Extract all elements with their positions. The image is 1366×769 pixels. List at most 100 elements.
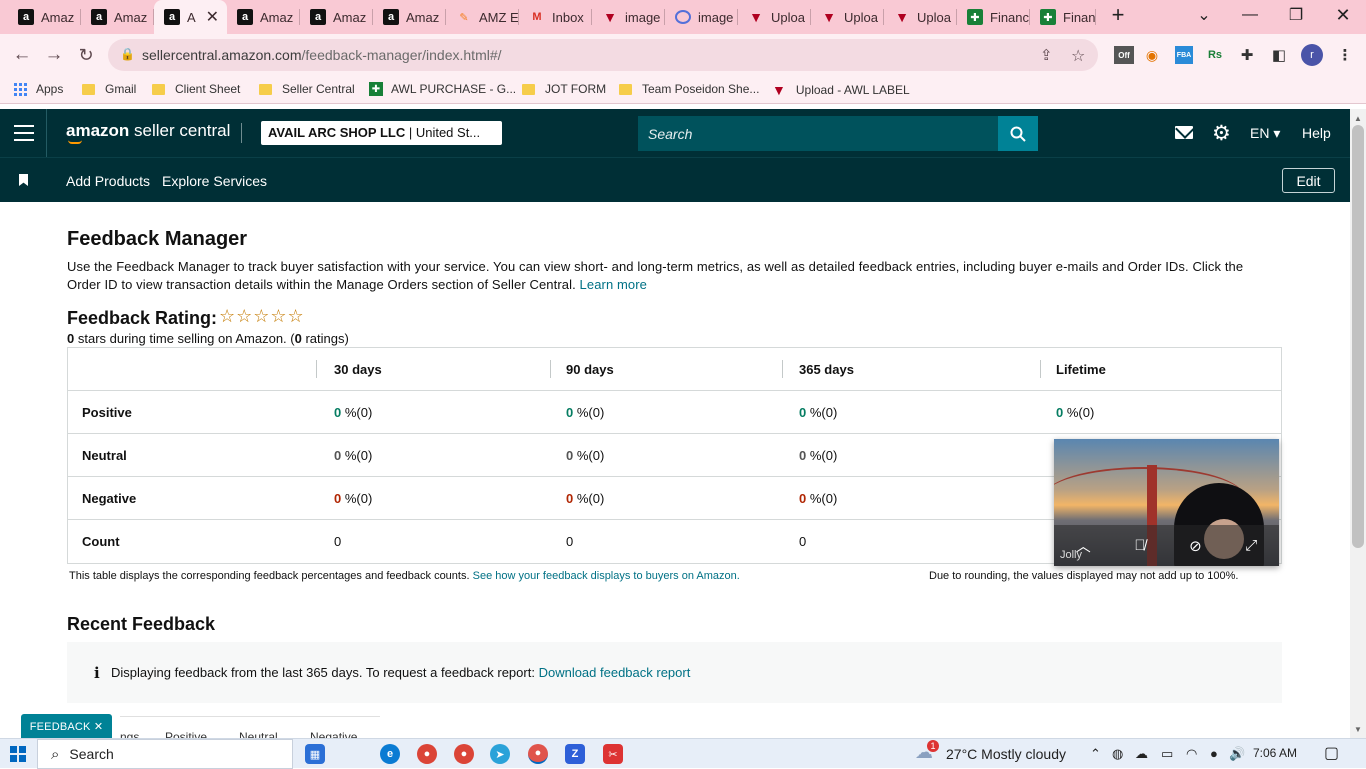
edge-icon[interactable]: e xyxy=(380,744,400,764)
amazon-icon: a xyxy=(91,9,107,25)
bookmark-item[interactable]: Team Poseidon She... xyxy=(619,82,759,96)
video-controls: ︿ 🎙̸ ⊘ ⤢ xyxy=(1054,525,1279,566)
zoom-icon[interactable]: Z xyxy=(565,744,585,764)
feedback-display-link[interactable]: See how your feedback displays to buyers… xyxy=(473,570,740,582)
wifi-icon[interactable]: ◠ xyxy=(1186,746,1197,762)
volume-icon[interactable]: 🔊 xyxy=(1229,746,1245,762)
browser-tab[interactable]: ▼ Uploa xyxy=(884,0,957,34)
browser-tab[interactable]: a Amaz xyxy=(300,0,373,34)
explore-services-link[interactable]: Explore Services xyxy=(162,173,267,189)
mic-icon[interactable]: ● xyxy=(1210,746,1218,761)
hamburger-menu-icon[interactable] xyxy=(14,123,34,143)
bookmark-item[interactable]: Apps xyxy=(14,82,63,96)
browser-tab[interactable]: ✚ Financ xyxy=(1030,0,1096,34)
extension-fba-icon[interactable]: FBA xyxy=(1175,46,1193,64)
windows-start-icon[interactable] xyxy=(10,746,26,762)
download-report-link[interactable]: Download feedback report xyxy=(539,665,691,680)
language-selector[interactable]: EN ▾ xyxy=(1250,125,1280,142)
mic-muted-icon[interactable]: 🎙̸ xyxy=(1134,537,1145,554)
share-icon[interactable]: ⇪ xyxy=(1040,46,1053,64)
bookmark-label: Seller Central xyxy=(282,82,355,96)
scroll-up-icon[interactable]: ▲ xyxy=(1350,111,1366,125)
notifications-icon[interactable]: ▢ xyxy=(1324,743,1339,763)
browser-tab[interactable]: image xyxy=(665,0,738,34)
amz-icon: ✎ xyxy=(459,11,469,24)
extension-circle-icon[interactable]: ◉ xyxy=(1143,46,1161,64)
add-products-link[interactable]: Add Products xyxy=(66,173,150,189)
bookmark-item[interactable]: ✚ AWL PURCHASE - G... xyxy=(369,82,516,96)
gear-icon[interactable]: ⚙ xyxy=(1212,121,1231,146)
tab-positive[interactable]: Positive xyxy=(165,730,207,738)
table-header-row: 30 days 90 days 365 days Lifetime xyxy=(68,348,1281,391)
forward-icon[interactable]: → xyxy=(41,42,67,68)
edit-button[interactable]: Edit xyxy=(1282,168,1335,193)
mail-icon[interactable] xyxy=(1175,126,1193,139)
browser-tab[interactable]: a A ✕ xyxy=(154,0,227,34)
popout-icon[interactable]: ⤢ xyxy=(1245,537,1257,554)
telegram-icon[interactable]: ➤ xyxy=(490,744,510,764)
task-view-icon[interactable]: ▦ xyxy=(305,744,325,764)
browser-menu-icon[interactable]: ⋮ xyxy=(1336,46,1354,64)
browser-tab[interactable]: a Amaz xyxy=(227,0,300,34)
browser-tab[interactable]: ▼ Uploa xyxy=(738,0,811,34)
browser-tab[interactable]: a Amaz xyxy=(8,0,81,34)
table-cell: 0 %(0) xyxy=(334,491,373,506)
browser-tab[interactable]: ▼ Uploa xyxy=(811,0,884,34)
bookmark-item[interactable]: ▼ Upload - AWL LABEL xyxy=(772,82,910,98)
bookmark-item[interactable]: Seller Central xyxy=(259,82,355,96)
chrome-icon[interactable]: ● xyxy=(417,744,437,764)
browser-tab[interactable]: ▼ image xyxy=(592,0,665,34)
bookmark-item[interactable]: JOT FORM xyxy=(522,82,606,96)
search-input[interactable] xyxy=(638,116,998,151)
bookmark-icon[interactable] xyxy=(19,174,28,186)
clock[interactable]: 7:06 AM xyxy=(1253,746,1297,760)
scroll-thumb[interactable] xyxy=(1352,125,1364,548)
bookmark-item[interactable]: Client Sheet xyxy=(152,82,240,96)
battery-icon[interactable]: ▭ xyxy=(1161,746,1173,762)
tab-negative[interactable]: Negative xyxy=(310,730,357,738)
minimize-icon[interactable]: — xyxy=(1227,0,1273,30)
onedrive-icon[interactable]: ☁ xyxy=(1135,746,1148,762)
browser-tab[interactable]: ✎ AMZ E xyxy=(446,0,519,34)
video-call-preview[interactable]: ︿ 🎙̸ ⊘ ⤢ Jolly xyxy=(1054,439,1279,566)
chrome-active-icon[interactable]: ● xyxy=(528,744,548,764)
chrome-profile-icon[interactable]: ● xyxy=(454,744,474,764)
extensions-puzzle-icon[interactable]: ✚ xyxy=(1238,46,1256,64)
back-icon[interactable]: ← xyxy=(9,42,35,68)
bookmark-label: Client Sheet xyxy=(175,82,241,96)
search-button[interactable] xyxy=(998,116,1038,151)
upload-icon: ▼ xyxy=(822,9,836,25)
camera-off-icon[interactable]: ⊘ xyxy=(1189,537,1202,555)
account-switcher[interactable]: AVAIL ARC SHOP LLC | United St... xyxy=(261,121,502,145)
upload-icon: ▼ xyxy=(749,9,763,25)
address-bar[interactable]: 🔒 sellercentral.amazon.com/feedback-mana… xyxy=(108,39,1098,71)
taskbar-search[interactable]: ⌕ Search xyxy=(37,739,293,769)
close-window-icon[interactable]: ✕ xyxy=(1320,0,1366,30)
browser-tab[interactable]: M Inbox xyxy=(519,0,592,34)
browser-tab[interactable]: a Amaz xyxy=(81,0,154,34)
chevron-up-icon[interactable]: ⌃ xyxy=(1090,746,1101,762)
browser-tab[interactable]: a Amaz xyxy=(373,0,446,34)
bookmark-item[interactable]: Gmail xyxy=(82,82,136,96)
learn-more-link[interactable]: Learn more xyxy=(580,277,647,292)
help-link[interactable]: Help xyxy=(1302,125,1331,141)
extension-off-icon[interactable]: Off xyxy=(1114,46,1134,64)
profile-avatar[interactable]: r xyxy=(1301,44,1323,66)
extension-rs-icon[interactable]: Rs xyxy=(1206,46,1224,64)
meet-now-icon[interactable]: ◍ xyxy=(1112,746,1123,762)
browser-tab[interactable]: ✚ Financ xyxy=(957,0,1030,34)
side-panel-icon[interactable]: ◧ xyxy=(1270,46,1288,64)
tab-search-icon[interactable]: ⌄ xyxy=(1181,0,1227,30)
close-tab-icon[interactable]: ✕ xyxy=(206,7,219,27)
amazon-seller-central-logo[interactable]: amazon seller central xyxy=(66,121,230,144)
reload-icon[interactable]: ↻ xyxy=(73,42,99,68)
maximize-icon[interactable]: ❐ xyxy=(1273,0,1319,30)
scroll-down-icon[interactable]: ▼ xyxy=(1350,722,1366,736)
feedback-button[interactable]: FEEDBACK ✕ xyxy=(21,714,112,739)
tab-neutral[interactable]: Neutral xyxy=(239,730,278,738)
tab-ratings[interactable]: tings xyxy=(120,730,139,738)
snipping-tool-icon[interactable]: ✂ xyxy=(603,744,623,764)
new-tab-button[interactable]: + xyxy=(1095,0,1141,30)
bookmark-star-icon[interactable]: ☆ xyxy=(1071,46,1085,66)
weather-text[interactable]: 27°C Mostly cloudy xyxy=(946,746,1066,762)
